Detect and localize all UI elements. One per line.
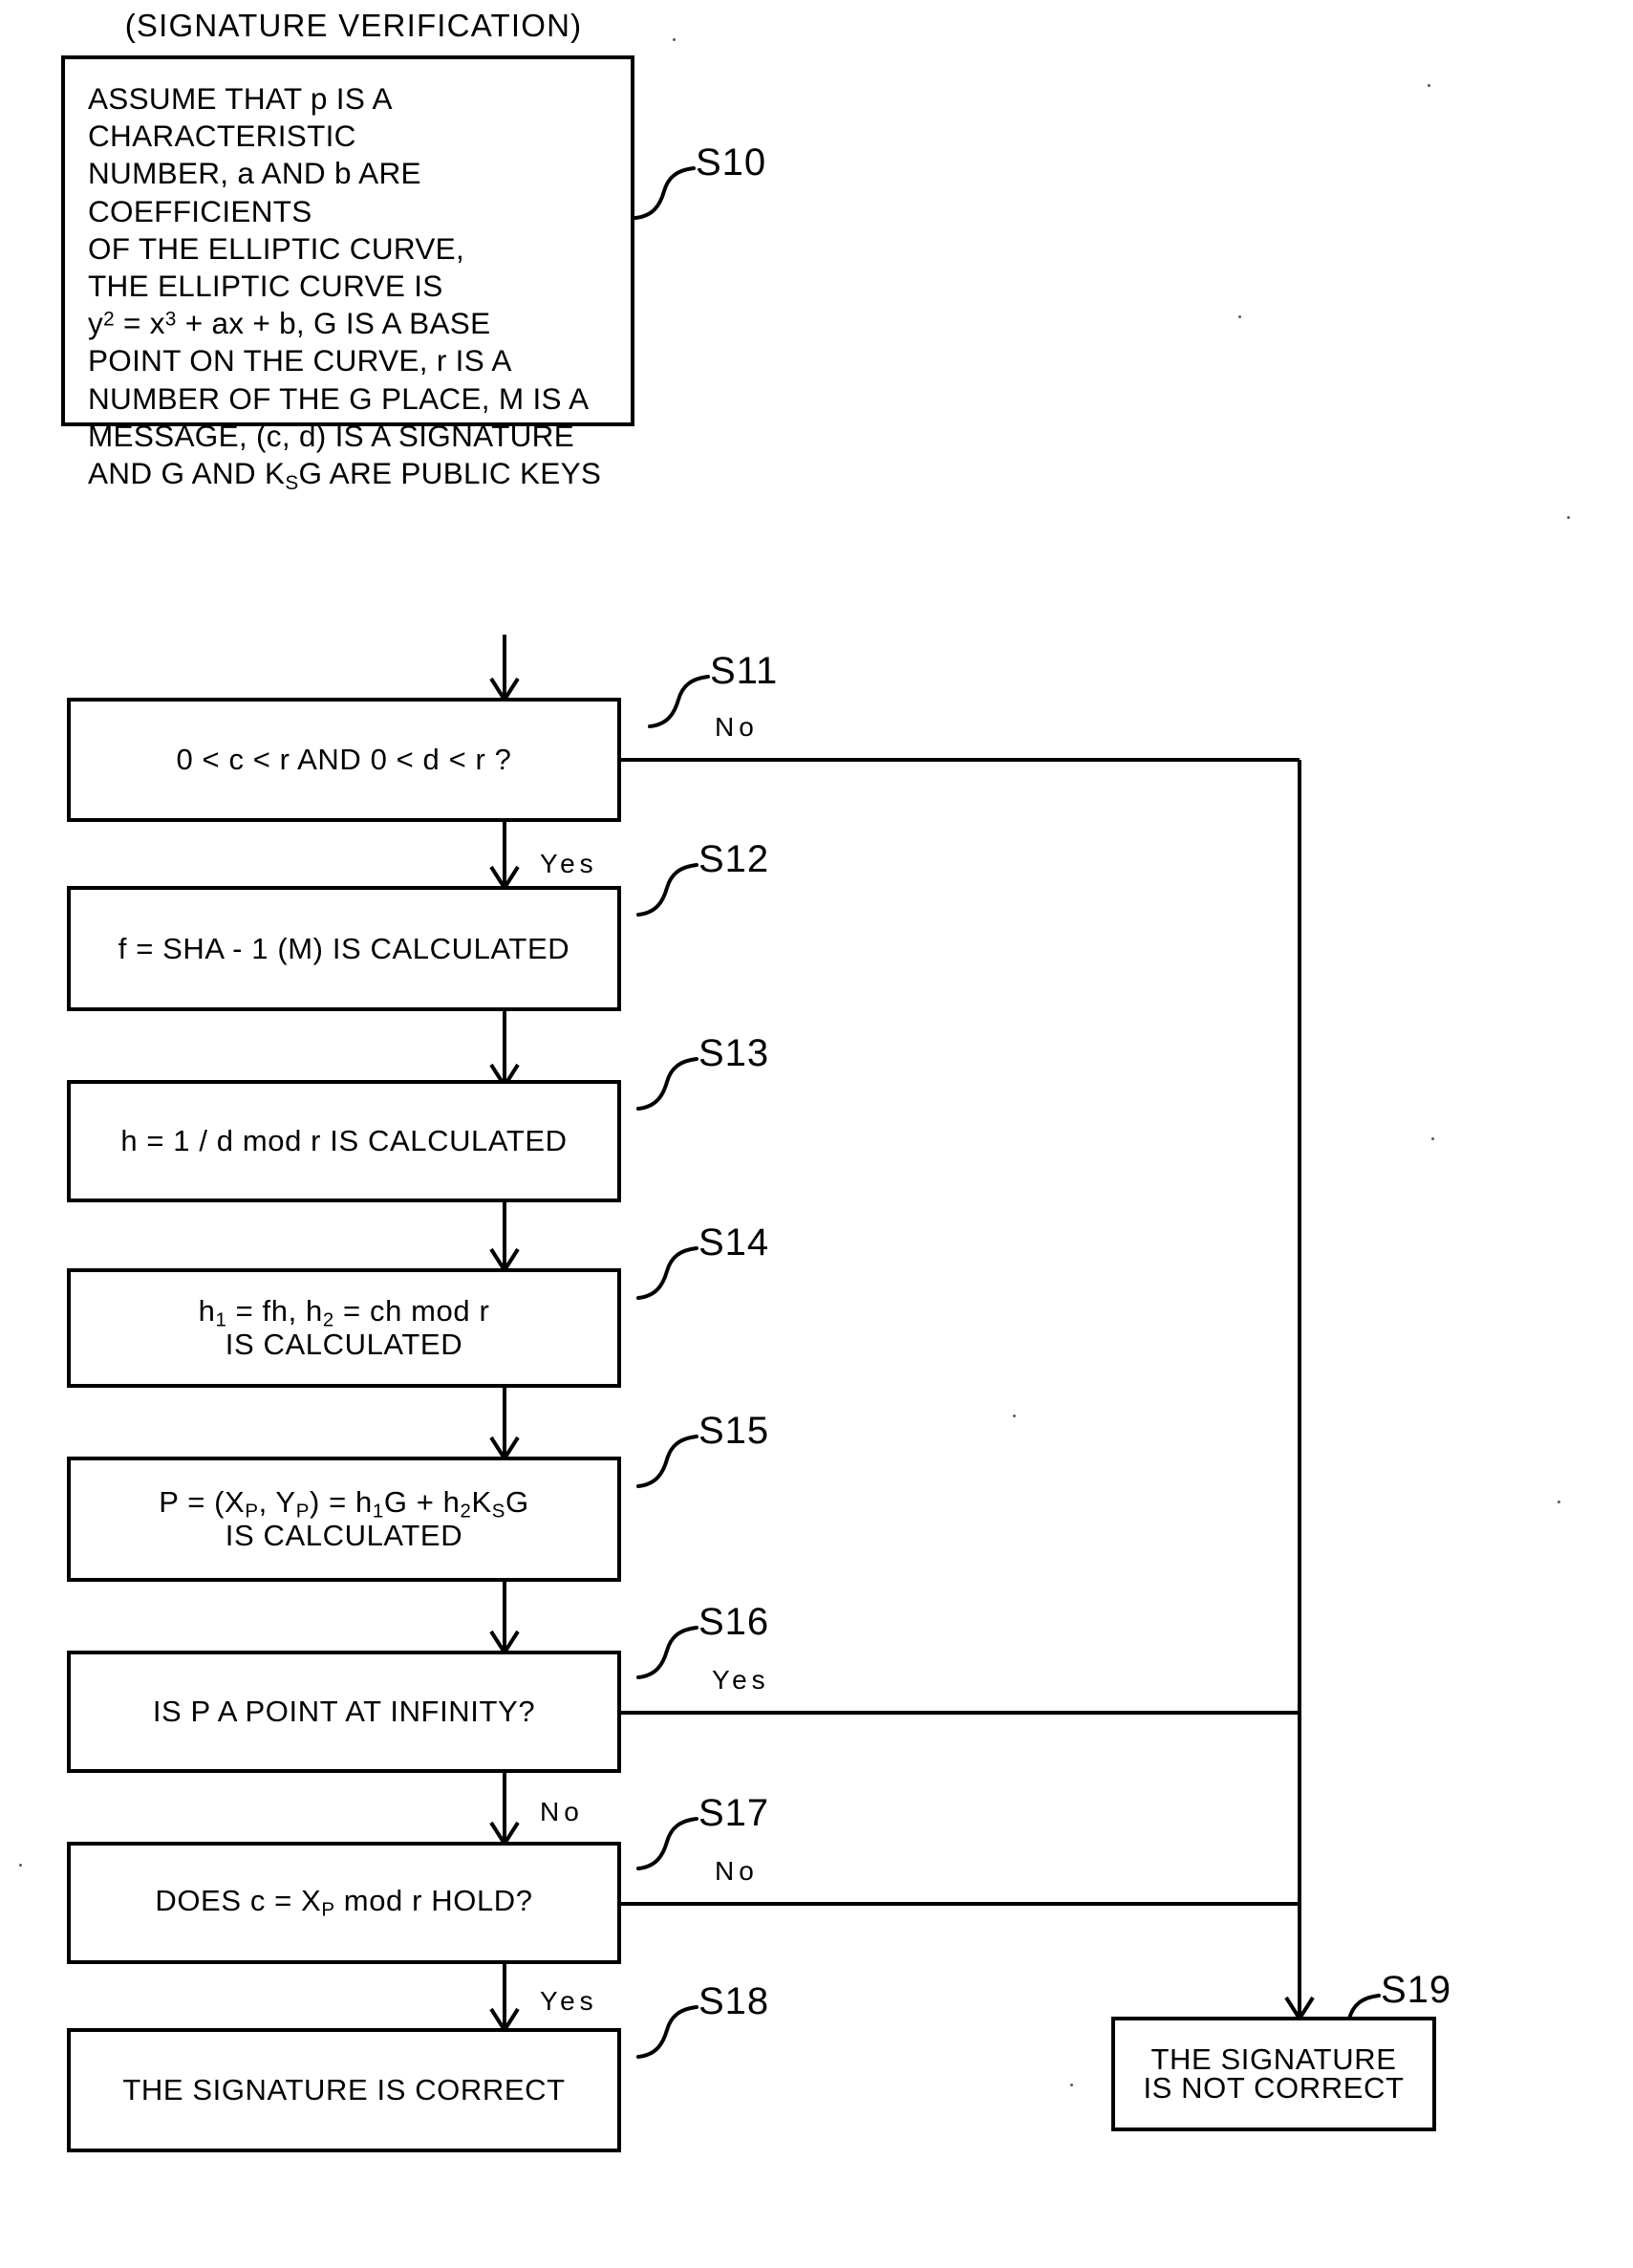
step-label-s13: S13 [698,1032,770,1074]
branch-label-s17-no: No [715,1856,759,1886]
node-s14-text: h1 = fh, h2 = ch mod r IS CALCULATED [198,1293,490,1361]
node-s10-line-7: NUMBER OF THE G PLACE, M IS A [88,380,590,416]
node-s19-signature-not-correct: THE SIGNATURE IS NOT CORRECT [1111,2017,1436,2131]
node-s13-inverse: h = 1 / d mod r IS CALCULATED [67,1080,621,1202]
scan-speck [1013,1415,1016,1417]
node-s16-text: IS P A POINT AT INFINITY? [152,1695,536,1729]
node-s12-text: f = SHA - 1 (M) IS CALCULATED [118,931,570,965]
scan-speck [673,38,676,41]
figure-title: (SIGNATURE VERIFICATION) [124,8,583,43]
node-s10-assumptions: ASSUME THAT p IS A CHARACTERISTIC NUMBER… [61,55,634,494]
node-s16-infinity-check: IS P A POINT AT INFINITY? [67,1651,621,1773]
node-s10-line-1: ASSUME THAT p IS A CHARACTERISTIC [88,81,392,154]
scan-speck [1558,1501,1560,1503]
node-s10-line-6: POINT ON THE CURVE, r IS A [88,343,512,378]
scan-speck [1238,315,1241,318]
node-s18-text: THE SIGNATURE IS CORRECT [122,2073,566,2107]
step-label-s10: S10 [696,141,767,184]
scan-speck [19,1864,22,1867]
node-s18-signature-correct: THE SIGNATURE IS CORRECT [67,2028,621,2152]
node-s11-range-check: 0 < c < r AND 0 < d < r ? [67,698,621,822]
step-label-s17: S17 [698,1792,770,1834]
node-s11-text: 0 < c < r AND 0 < d < r ? [176,743,512,777]
node-s12-hash: f = SHA - 1 (M) IS CALCULATED [67,886,621,1011]
step-label-s11: S11 [710,650,779,692]
branch-label-s11-yes: Yes [540,849,598,878]
scan-speck [1428,84,1430,87]
step-label-s16: S16 [698,1601,770,1643]
branch-label-s11-no: No [715,712,759,742]
step-label-s15: S15 [698,1410,770,1452]
node-s19-line-1: THE SIGNATURE IS NOT CORRECT [1143,2041,1405,2105]
node-s10-line-4: THE ELLIPTIC CURVE IS [88,269,443,304]
step-label-s12: S12 [698,838,770,880]
branch-label-s16-no: No [540,1797,584,1826]
node-s15-point-p: P = (XP, YP) = h1G + h2KSG IS CALCULATED [67,1457,621,1582]
step-label-s18: S18 [698,1980,770,2022]
node-s15-text: P = (XP, YP) = h1G + h2KSG IS CALCULATED [159,1484,529,1552]
scan-speck [1431,1137,1434,1140]
branch-label-s17-yes: Yes [540,1986,598,2016]
node-s17-compare-check: DOES c = XP mod r HOLD? [67,1842,621,1964]
node-s10-line-5: y2 = x3 + ax + b, G IS A BASE [88,306,491,341]
step-label-s14: S14 [698,1221,770,1264]
branch-label-s16-yes: Yes [712,1665,770,1695]
scan-speck [1567,516,1570,519]
node-s10-line-8: MESSAGE, (c, d) IS A SIGNATURE [88,418,575,453]
scan-speck [1070,2084,1073,2086]
node-s10-line-3: OF THE ELLIPTIC CURVE, [88,230,465,266]
figure-canvas: (SIGNATURE VERIFICATION) ASSUME THAT p I… [0,0,1633,2268]
node-s10-line-9: AND G AND KSG ARE PUBLIC KEYS [88,456,602,494]
node-s17-text: DOES c = XP mod r HOLD? [155,1884,533,1921]
step-label-s19: S19 [1381,1969,1452,2011]
node-s13-text: h = 1 / d mod r IS CALCULATED [120,1124,568,1158]
node-s10-line-2: NUMBER, a AND b ARE COEFFICIENTS [88,156,421,228]
node-s14-h1h2: h1 = fh, h2 = ch mod r IS CALCULATED [67,1268,621,1388]
